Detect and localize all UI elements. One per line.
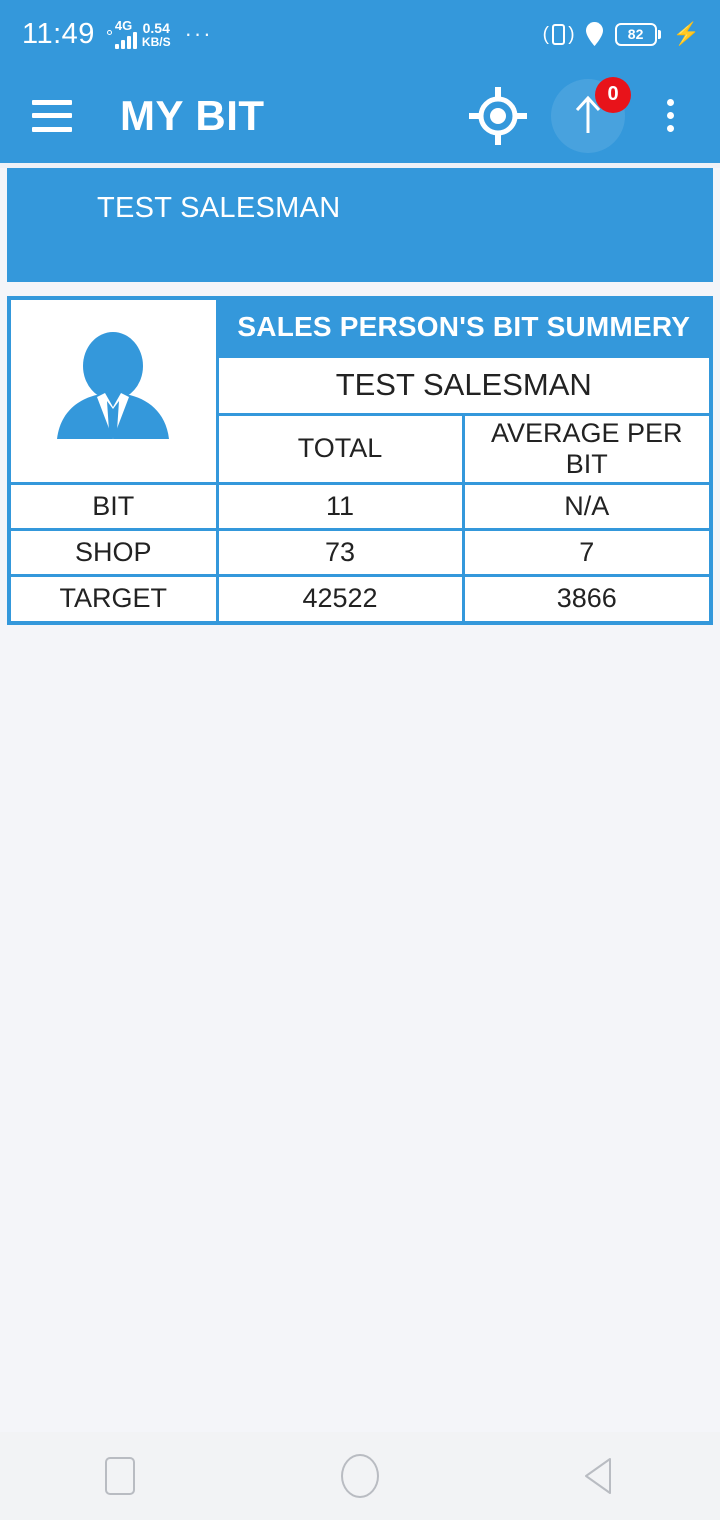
app-bar-actions: 0 (460, 76, 700, 153)
recents-square-shape (105, 1457, 135, 1495)
salesperson-avatar-icon (11, 300, 219, 485)
location-pin-icon (585, 22, 603, 46)
target-total-value: 42522 (215, 573, 465, 621)
status-clock: 11:49 (22, 17, 95, 50)
summary-title: SALES PERSON'S BIT SUMMERY (215, 300, 709, 358)
hamburger-menu-icon[interactable] (32, 99, 72, 132)
signal-bars-icon (114, 32, 137, 49)
vibrate-wave-left: ( (542, 23, 549, 45)
home-circle-shape (341, 1454, 379, 1498)
table-row: BIT 11 N/A (11, 481, 709, 531)
salesman-banner-name: TEST SALESMAN (97, 192, 341, 224)
status-overflow-icon: ··· (184, 21, 213, 46)
three-dots-vertical-icon[interactable] (640, 99, 700, 132)
status-bar: 11:49 4G 0.54 KB/S ··· ( ) 82 ⚡ (0, 0, 720, 68)
row-label-shop: SHOP (11, 527, 219, 577)
row-label-bit: BIT (11, 481, 219, 531)
status-bar-right: ( ) 82 ⚡ (542, 21, 700, 47)
table-row: SHOP 73 7 (11, 527, 709, 577)
summary-person-name: TEST SALESMAN (215, 354, 709, 416)
upload-button[interactable]: 0 (536, 76, 640, 153)
salesman-banner[interactable]: TEST SALESMAN (7, 168, 713, 282)
target-average-value: 3866 (461, 573, 709, 621)
shop-average-value: 7 (461, 527, 709, 577)
battery-level-label: 82 (614, 22, 657, 46)
lightning-bolt-icon: ⚡ (672, 21, 700, 46)
network-status-cluster: 4G 0.54 KB/S (106, 18, 171, 49)
signal-strength-icon: 4G (114, 18, 137, 49)
upload-arrow-icon[interactable]: 0 (551, 76, 631, 153)
network-generation-label: 4G (114, 18, 133, 33)
bit-summary-card: SALES PERSON'S BIT SUMMERY TEST SALESMAN… (7, 296, 713, 625)
avatar-graphic (57, 331, 170, 439)
circle-home-icon[interactable] (300, 1432, 420, 1520)
network-dot-icon (106, 30, 112, 35)
data-speed-value: 0.54 (142, 20, 170, 36)
bit-total-value: 11 (215, 481, 465, 531)
column-header-total: TOTAL (215, 412, 465, 485)
vibrate-icon: ( ) (542, 21, 575, 47)
bit-average-value: N/A (461, 481, 709, 531)
data-speed-indicator: 0.54 KB/S (142, 21, 171, 49)
column-header-average: AVERAGE PER BIT (461, 412, 709, 485)
bit-summary-table: SALES PERSON'S BIT SUMMERY TEST SALESMAN… (11, 300, 709, 621)
page-title: MY BIT (120, 91, 265, 139)
row-label-target: TARGET (11, 573, 219, 621)
table-row: SALES PERSON'S BIT SUMMERY (11, 300, 709, 485)
battery-nub (657, 29, 661, 39)
table-row: TARGET 42522 3866 (11, 573, 709, 621)
square-recents-icon[interactable] (60, 1432, 180, 1520)
triangle-back-icon[interactable] (540, 1432, 660, 1520)
app-bar: MY BIT 0 (0, 68, 720, 163)
data-speed-unit: KB/S (141, 35, 171, 49)
android-navigation-bar (0, 1432, 720, 1520)
battery-icon: 82 (614, 22, 661, 46)
vibrate-phone-body (552, 23, 566, 45)
back-triangle-shape (585, 1458, 611, 1494)
shop-total-value: 73 (215, 527, 465, 577)
upload-badge-count: 0 (595, 76, 631, 113)
status-bar-left: 11:49 4G 0.54 KB/S ··· (22, 18, 213, 51)
vibrate-wave-right: ) (568, 23, 575, 45)
gps-crosshair-icon[interactable] (460, 86, 536, 146)
